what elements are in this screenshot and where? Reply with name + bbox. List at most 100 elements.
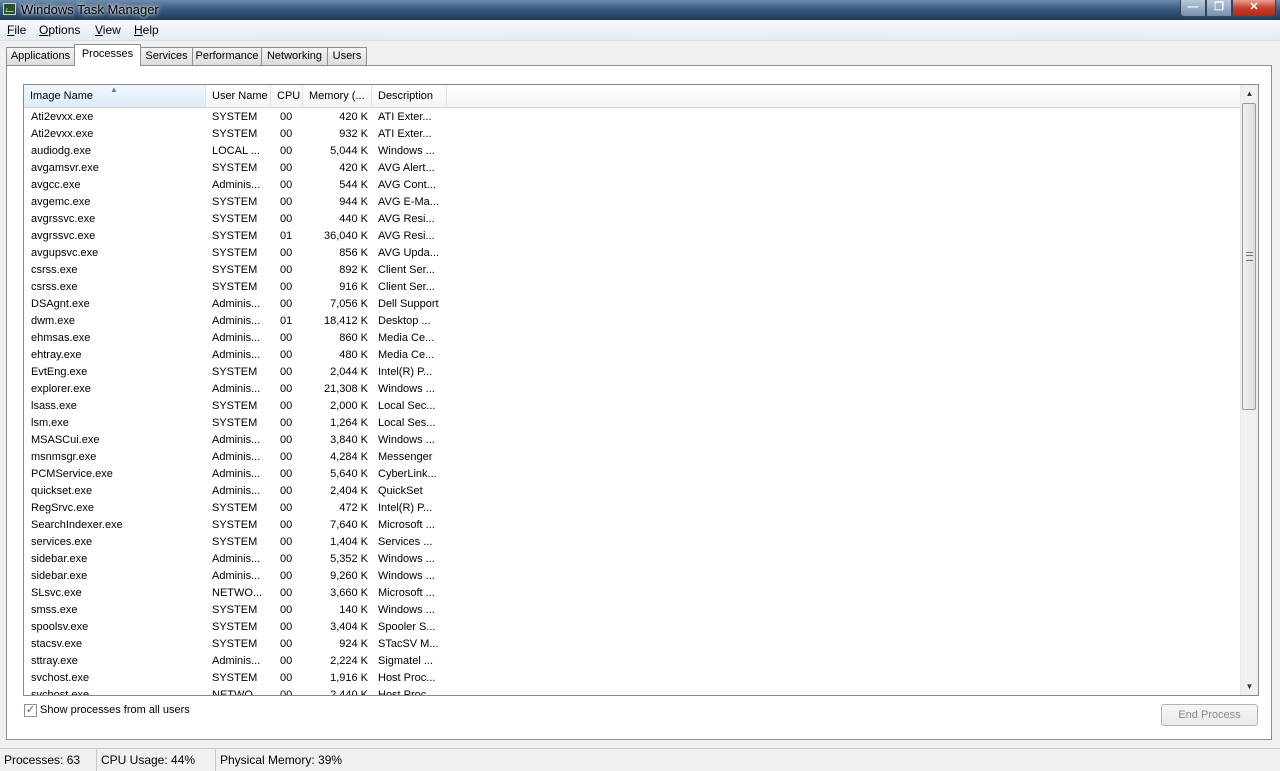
process-description: Microsoft ... bbox=[378, 587, 435, 599]
column-description[interactable]: Description bbox=[372, 85, 447, 107]
tab-processes[interactable]: Processes bbox=[74, 44, 141, 66]
process-cpu: 00 bbox=[280, 162, 293, 174]
process-user: SYSTEM bbox=[212, 519, 258, 531]
process-user: Adminis... bbox=[212, 655, 261, 667]
status-processes: Processes: 63 bbox=[0, 749, 97, 771]
table-row[interactable]: ehtray.exe Adminis... 00 480 K Media Ce... bbox=[24, 347, 1242, 364]
process-user: SYSTEM bbox=[212, 400, 258, 412]
table-row[interactable]: PCMService.exe Adminis... 00 5,640 K CyberLi… bbox=[24, 466, 1242, 483]
table-row[interactable]: sidebar.exe Adminis... 00 5,352 K Windows ..… bbox=[24, 551, 1242, 568]
task-manager-icon bbox=[3, 3, 16, 15]
status-cpu-usage: CPU Usage: 44% bbox=[97, 749, 216, 771]
column-memory[interactable]: Memory (... bbox=[303, 85, 372, 107]
column-user-name[interactable]: User Name bbox=[206, 85, 271, 107]
minimize-button[interactable]: — bbox=[1180, 0, 1206, 17]
close-button[interactable]: ✕ bbox=[1232, 0, 1276, 17]
process-memory: 916 K bbox=[339, 281, 368, 293]
table-row[interactable]: avgrssvc.exe SYSTEM 01 36,040 K AVG Resi... bbox=[24, 228, 1242, 245]
process-description: AVG Resi... bbox=[378, 230, 435, 242]
vertical-scrollbar[interactable]: ▲ ▼ bbox=[1240, 85, 1258, 695]
process-user: SYSTEM bbox=[212, 536, 258, 548]
process-cpu: 00 bbox=[280, 366, 293, 378]
process-cpu: 00 bbox=[280, 672, 293, 684]
maximize-button[interactable]: ❐ bbox=[1206, 0, 1232, 17]
process-memory: 420 K bbox=[339, 111, 368, 123]
table-row[interactable]: SLsvc.exe NETWO... 00 3,660 K Microsoft ... bbox=[24, 585, 1242, 602]
process-name: stacsv.exe bbox=[31, 638, 83, 650]
end-process-button[interactable]: End Process bbox=[1161, 704, 1258, 726]
table-row[interactable]: DSAgnt.exe Adminis... 00 7,056 K Dell Suppor… bbox=[24, 296, 1242, 313]
table-row[interactable]: lsm.exe SYSTEM 00 1,264 K Local Ses... bbox=[24, 415, 1242, 432]
table-row[interactable]: quickset.exe Adminis... 00 2,404 K QuickSet bbox=[24, 483, 1242, 500]
process-description: AVG E-Ma... bbox=[378, 196, 439, 208]
table-row[interactable]: smss.exe SYSTEM 00 140 K Windows ... bbox=[24, 602, 1242, 619]
show-all-users-checkbox[interactable]: ✓ bbox=[24, 704, 37, 717]
process-description: Spooler S... bbox=[378, 621, 436, 633]
sort-ascending-icon: ▲ bbox=[110, 85, 118, 94]
table-row[interactable]: lsass.exe SYSTEM 00 2,000 K Local Sec... bbox=[24, 398, 1242, 415]
table-row[interactable]: dwm.exe Adminis... 01 18,412 K Desktop ... bbox=[24, 313, 1242, 330]
table-row[interactable]: csrss.exe SYSTEM 00 892 K Client Ser... bbox=[24, 262, 1242, 279]
process-cpu: 00 bbox=[280, 349, 293, 361]
process-memory: 1,264 K bbox=[330, 417, 368, 429]
table-row[interactable]: Ati2evxx.exe SYSTEM 00 932 K ATI Exter... bbox=[24, 126, 1242, 143]
table-row[interactable]: services.exe SYSTEM 00 1,404 K Services ... bbox=[24, 534, 1242, 551]
process-user: Adminis... bbox=[212, 332, 261, 344]
tab-services[interactable]: Services bbox=[140, 47, 193, 65]
table-row[interactable]: RegSrvc.exe SYSTEM 00 472 K Intel(R) P... bbox=[24, 500, 1242, 517]
process-memory: 860 K bbox=[339, 332, 368, 344]
table-row[interactable]: csrss.exe SYSTEM 00 916 K Client Ser... bbox=[24, 279, 1242, 296]
tab-applications[interactable]: Applications bbox=[6, 47, 75, 65]
process-user: NETWO... bbox=[212, 689, 263, 696]
table-row[interactable]: avgupsvc.exe SYSTEM 00 856 K AVG Upda... bbox=[24, 245, 1242, 262]
process-description: Dell Support bbox=[378, 298, 439, 310]
process-description: Sigmatel ... bbox=[378, 655, 434, 667]
scrollbar-thumb[interactable] bbox=[1242, 103, 1256, 410]
process-user: NETWO... bbox=[212, 587, 263, 599]
table-row[interactable]: svchost.exe NETWO... 00 2,440 K Host Proc... bbox=[24, 687, 1242, 696]
table-row[interactable]: Ati2evxx.exe SYSTEM 00 420 K ATI Exter... bbox=[24, 109, 1242, 126]
table-row[interactable]: avgrssvc.exe SYSTEM 00 440 K AVG Resi... bbox=[24, 211, 1242, 228]
process-user: Adminis... bbox=[212, 434, 261, 446]
table-row[interactable]: ehmsas.exe Adminis... 00 860 K Media Ce... bbox=[24, 330, 1242, 347]
process-memory: 4,284 K bbox=[330, 451, 368, 463]
table-row[interactable]: avgamsvr.exe SYSTEM 00 420 K AVG Alert... bbox=[24, 160, 1242, 177]
table-row[interactable]: sidebar.exe Adminis... 00 9,260 K Windows ..… bbox=[24, 568, 1242, 585]
scroll-up-icon[interactable]: ▲ bbox=[1241, 85, 1258, 102]
process-description: Intel(R) P... bbox=[378, 502, 433, 514]
menu-file[interactable]: File bbox=[7, 23, 26, 37]
process-cpu: 00 bbox=[280, 655, 293, 667]
table-row[interactable]: spoolsv.exe SYSTEM 00 3,404 K Spooler S... bbox=[24, 619, 1242, 636]
tab-networking[interactable]: Networking bbox=[261, 47, 328, 65]
column-cpu[interactable]: CPU bbox=[271, 85, 303, 107]
table-row[interactable]: stacsv.exe SYSTEM 00 924 K STacSV M... bbox=[24, 636, 1242, 653]
table-row[interactable]: sttray.exe Adminis... 00 2,224 K Sigmatel ..… bbox=[24, 653, 1242, 670]
process-name: PCMService.exe bbox=[31, 468, 113, 480]
process-name: csrss.exe bbox=[31, 264, 78, 276]
scroll-down-icon[interactable]: ▼ bbox=[1241, 678, 1258, 695]
table-row[interactable]: SearchIndexer.exe SYSTEM 00 7,640 K Microsof… bbox=[24, 517, 1242, 534]
table-row[interactable]: avgemc.exe SYSTEM 00 944 K AVG E-Ma... bbox=[24, 194, 1242, 211]
title-bar[interactable]: Windows Task Manager — ❐ ✕ bbox=[0, 0, 1280, 20]
process-user: SYSTEM bbox=[212, 213, 258, 225]
table-row[interactable]: avgcc.exe Adminis... 00 544 K AVG Cont... bbox=[24, 177, 1242, 194]
process-list[interactable]: ▲ Image Name User Name CPU Memory (... D… bbox=[23, 84, 1259, 696]
tab-users[interactable]: Users bbox=[327, 47, 367, 65]
process-name: spoolsv.exe bbox=[31, 621, 89, 633]
column-image-name[interactable]: ▲ Image Name bbox=[24, 85, 206, 107]
table-row[interactable]: audiodg.exe LOCAL ... 00 5,044 K Windows ... bbox=[24, 143, 1242, 160]
tab-performance[interactable]: Performance bbox=[192, 47, 262, 65]
process-description: Local Ses... bbox=[378, 417, 436, 429]
table-row[interactable]: EvtEng.exe SYSTEM 00 2,044 K Intel(R) P... bbox=[24, 364, 1242, 381]
process-description: Windows ... bbox=[378, 145, 435, 157]
process-cpu: 00 bbox=[280, 264, 293, 276]
show-all-users-label: Show processes from all users bbox=[40, 704, 190, 716]
table-row[interactable]: msnmsgr.exe Adminis... 00 4,284 K Messenger bbox=[24, 449, 1242, 466]
table-row[interactable]: svchost.exe SYSTEM 00 1,916 K Host Proc... bbox=[24, 670, 1242, 687]
menu-options[interactable]: Options bbox=[39, 23, 80, 37]
table-row[interactable]: MSASCui.exe Adminis... 00 3,840 K Windows ..… bbox=[24, 432, 1242, 449]
window-controls: — ❐ ✕ bbox=[1180, 0, 1276, 17]
menu-view[interactable]: View bbox=[95, 23, 121, 37]
table-row[interactable]: explorer.exe Adminis... 00 21,308 K Windows … bbox=[24, 381, 1242, 398]
menu-help[interactable]: Help bbox=[134, 23, 159, 37]
